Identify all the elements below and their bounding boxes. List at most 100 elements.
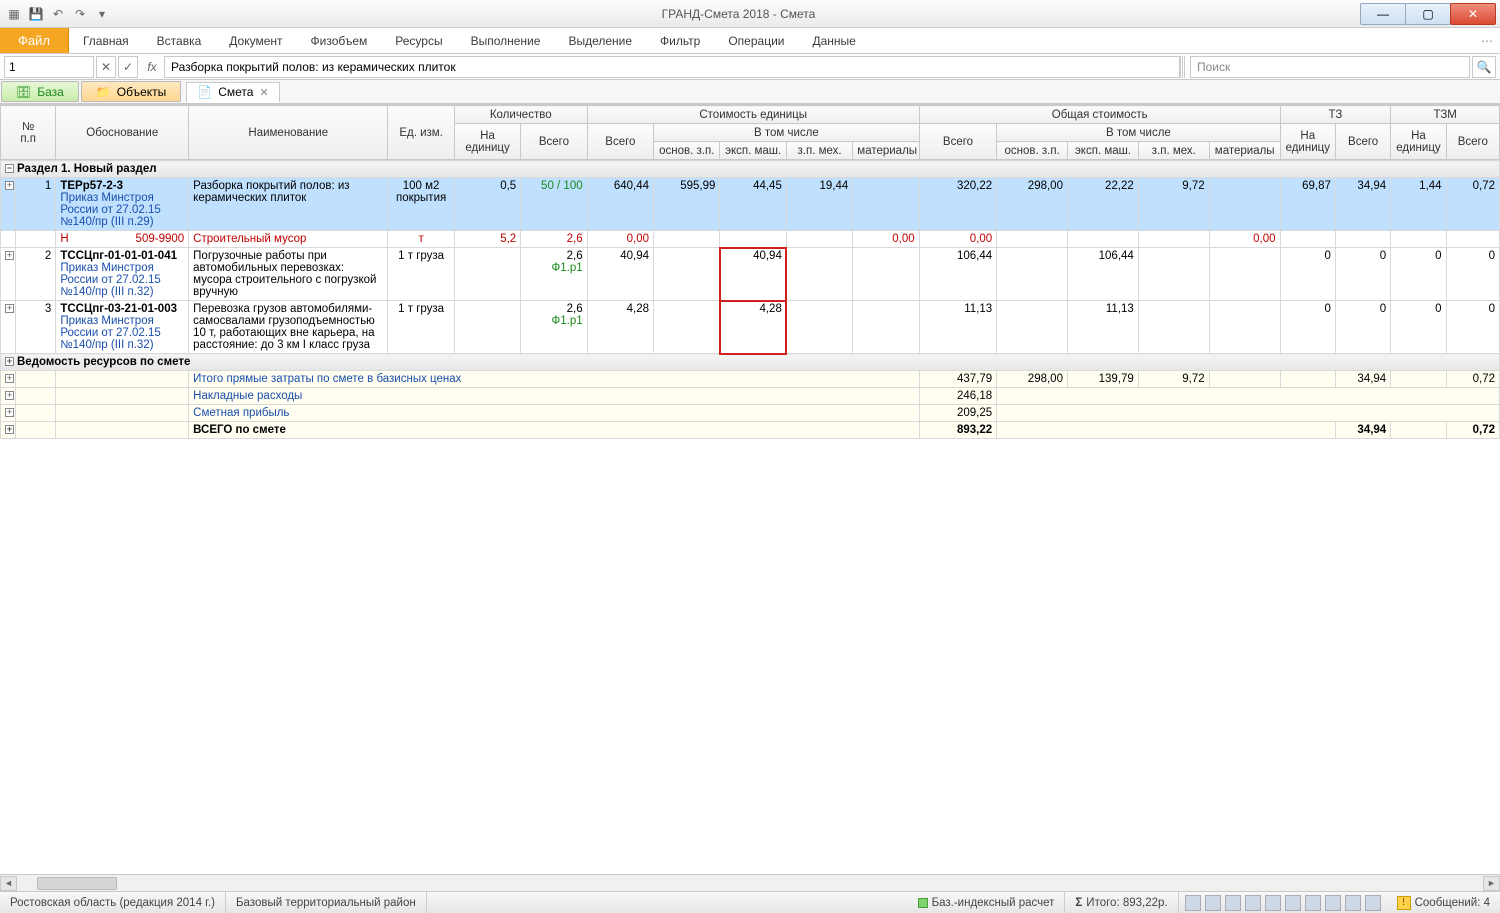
- view-icon[interactable]: [1285, 895, 1301, 911]
- cell[interactable]: 11,13: [919, 301, 996, 354]
- hdr-cost-unit[interactable]: Стоимость единицы: [587, 106, 919, 124]
- resources-section-row[interactable]: +Ведомость ресурсов по смете: [1, 354, 1500, 371]
- hdr-tot-t[interactable]: Всего: [919, 124, 996, 160]
- search-input[interactable]: Поиск: [1190, 56, 1470, 78]
- hdr-qty-unit[interactable]: На единицу: [454, 124, 520, 160]
- file-tab[interactable]: Файл: [0, 28, 69, 53]
- status-total[interactable]: ΣИтого: 893,22р.: [1065, 892, 1178, 913]
- tab-document[interactable]: Документ: [215, 28, 296, 53]
- scroll-right-icon[interactable]: ►: [1483, 876, 1500, 891]
- section-row[interactable]: −Раздел 1. Новый раздел: [1, 161, 1500, 178]
- horizontal-scrollbar[interactable]: ◄ ►: [0, 874, 1500, 891]
- cell[interactable]: 9,72: [1138, 178, 1209, 231]
- expand-icon[interactable]: +: [5, 408, 14, 417]
- cell-name[interactable]: Строительный мусор: [189, 231, 388, 248]
- cell-highlighted[interactable]: 4,28: [720, 301, 786, 354]
- hdr-tzm[interactable]: ТЗМ: [1391, 106, 1500, 124]
- search-button[interactable]: 🔍: [1472, 56, 1496, 78]
- cell[interactable]: 0,72: [1446, 178, 1499, 231]
- status-region[interactable]: Ростовская область (редакция 2014 г.): [0, 892, 226, 913]
- cell[interactable]: [853, 178, 919, 231]
- cell-name[interactable]: Разборка покрытий полов: из керамических…: [189, 178, 388, 231]
- cell-basis[interactable]: ТССЦпг-01-01-01-041Приказ Минстроя Росси…: [56, 248, 189, 301]
- view-icon[interactable]: [1225, 895, 1241, 911]
- expand-icon[interactable]: +: [5, 391, 14, 400]
- tab-selection[interactable]: Выделение: [554, 28, 646, 53]
- tab-main[interactable]: Главная: [69, 28, 143, 53]
- fx-label[interactable]: fx: [140, 60, 164, 74]
- cell-name[interactable]: Погрузочные работы при автомобильных пер…: [189, 248, 388, 301]
- qat-dropdown-icon[interactable]: ▾: [94, 6, 110, 22]
- hdr-tz-t[interactable]: Всего: [1335, 124, 1390, 160]
- cell[interactable]: 595,99: [654, 178, 720, 231]
- cell-name[interactable]: Перевозка грузов автомобилями-самосвалам…: [189, 301, 388, 354]
- cell[interactable]: 0: [1446, 248, 1499, 301]
- undo-icon[interactable]: ↶: [50, 6, 66, 22]
- table-row[interactable]: + 3 ТССЦпг-03-21-01-003Приказ Минстроя Р…: [1, 301, 1500, 354]
- hdr-num[interactable]: № п.п: [1, 106, 56, 160]
- hdr-cost-t[interactable]: Всего: [587, 124, 653, 160]
- view-icon[interactable]: [1185, 895, 1201, 911]
- view-icon[interactable]: [1325, 895, 1341, 911]
- hdr-cost-incl[interactable]: В том числе: [654, 124, 920, 142]
- hdr-ekspm[interactable]: эксп. маш.: [720, 142, 786, 160]
- grand-total-row[interactable]: + ВСЕГО по смете 893,22 34,94 0,72: [1, 422, 1500, 439]
- hdr-qty-total[interactable]: Всего: [521, 124, 587, 160]
- hdr-zpmex[interactable]: з.п. мех.: [786, 142, 852, 160]
- save-icon[interactable]: 💾: [28, 6, 44, 22]
- cell[interactable]: 0: [1335, 248, 1390, 301]
- expand-icon[interactable]: +: [5, 251, 14, 260]
- hdr-name[interactable]: Наименование: [189, 106, 388, 160]
- view-icon[interactable]: [1245, 895, 1261, 911]
- close-button[interactable]: ✕: [1450, 3, 1496, 25]
- cell[interactable]: 0: [1280, 301, 1335, 354]
- collapse-icon[interactable]: −: [5, 164, 14, 173]
- view-icon[interactable]: [1205, 895, 1221, 911]
- cell-unit[interactable]: 1 т груза: [388, 301, 454, 354]
- hdr-tot-incl[interactable]: В том числе: [997, 124, 1280, 142]
- cell-unit[interactable]: 1 т груза: [388, 248, 454, 301]
- cell[interactable]: 298,00: [997, 178, 1068, 231]
- hdr-cost-total[interactable]: Общая стоимость: [919, 106, 1280, 124]
- expand-icon[interactable]: +: [5, 304, 14, 313]
- cell[interactable]: 106,44: [919, 248, 996, 301]
- expand-icon[interactable]: +: [5, 425, 14, 434]
- cell-unit[interactable]: 100 м2 покрытия: [388, 178, 454, 231]
- tab-resources[interactable]: Ресурсы: [381, 28, 456, 53]
- cell[interactable]: 4,28: [587, 301, 653, 354]
- cell-basis[interactable]: ТССЦпг-03-21-01-003Приказ Минстроя Росси…: [56, 301, 189, 354]
- cell-reference-input[interactable]: 1: [4, 56, 94, 78]
- summary-row[interactable]: + Сметная прибыль 209,25: [1, 405, 1500, 422]
- hdr-unit[interactable]: Ед. изм.: [388, 106, 454, 160]
- cell[interactable]: 0: [1446, 301, 1499, 354]
- cell-highlighted[interactable]: 40,94: [720, 248, 786, 301]
- cell-num[interactable]: 2: [16, 248, 56, 301]
- cell[interactable]: 0,5: [454, 178, 520, 231]
- hdr-tz-u[interactable]: На единицу: [1280, 124, 1335, 160]
- grid-body[interactable]: −Раздел 1. Новый раздел + 1 ТЕРр57-2-3Пр…: [0, 160, 1500, 439]
- cell[interactable]: 0,00: [587, 231, 653, 248]
- cell[interactable]: 320,22: [919, 178, 996, 231]
- cell[interactable]: 2,6Ф1.р1: [521, 301, 587, 354]
- table-row[interactable]: + 1 ТЕРр57-2-3Приказ Минстроя России от …: [1, 178, 1500, 231]
- cell[interactable]: 5,2: [454, 231, 520, 248]
- cell-num[interactable]: 1: [16, 178, 56, 231]
- cell[interactable]: [454, 301, 520, 354]
- cell[interactable]: 69,87: [1280, 178, 1335, 231]
- cell[interactable]: 0,00: [853, 231, 919, 248]
- nav-base-button[interactable]: 🗄 База: [1, 81, 79, 102]
- hdr-osn[interactable]: основ. з.п.: [654, 142, 720, 160]
- expand-icon[interactable]: +: [5, 374, 14, 383]
- status-mode[interactable]: Баз.-индексный расчет: [908, 892, 1066, 913]
- status-messages[interactable]: ! Сообщений: 4: [1387, 892, 1500, 913]
- cell[interactable]: 640,44: [587, 178, 653, 231]
- view-icon[interactable]: [1265, 895, 1281, 911]
- hdr-mat[interactable]: материалы: [853, 142, 919, 160]
- cell[interactable]: 106,44: [1067, 248, 1138, 301]
- hdr-tz[interactable]: ТЗ: [1280, 106, 1391, 124]
- hdr-basis[interactable]: Обоснование: [56, 106, 189, 160]
- hdr-tzm-u[interactable]: На единицу: [1391, 124, 1446, 160]
- document-tab-smeta[interactable]: 📄 Смета ✕: [186, 82, 279, 103]
- nav-objects-button[interactable]: 📁 Объекты: [81, 81, 181, 102]
- cell[interactable]: 0,00: [1209, 231, 1280, 248]
